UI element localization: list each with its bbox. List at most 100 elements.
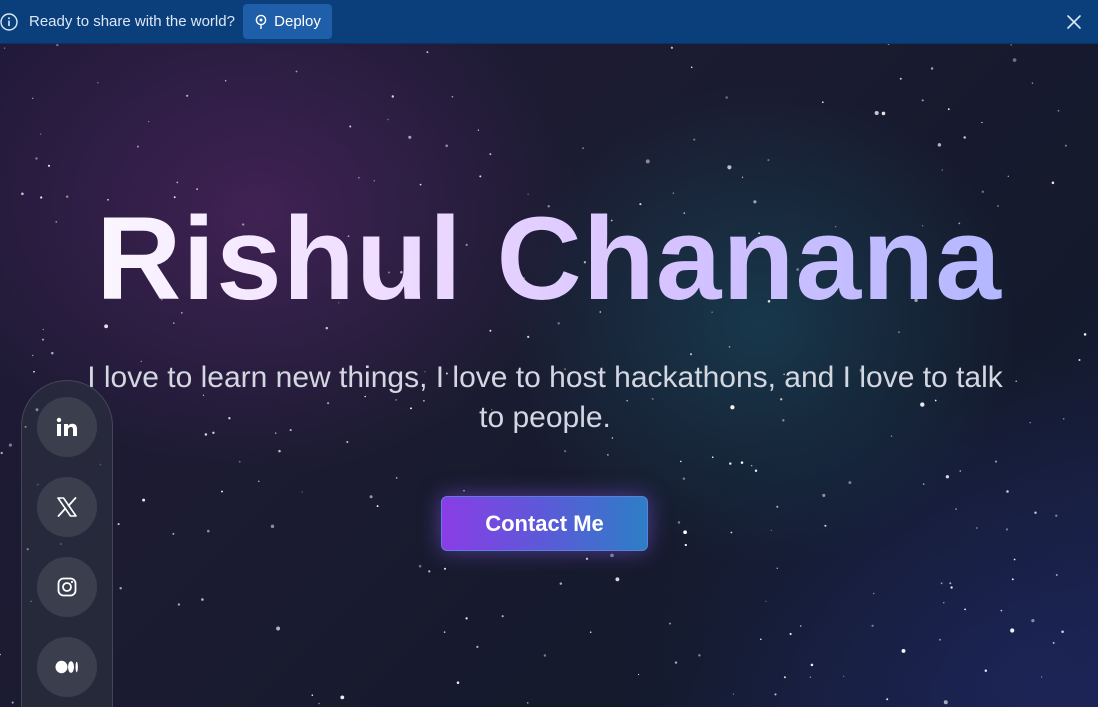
deploy-button[interactable]: Deploy xyxy=(243,4,332,39)
star xyxy=(822,493,826,497)
star xyxy=(1083,333,1087,336)
star xyxy=(1057,109,1060,112)
star xyxy=(770,529,772,532)
star xyxy=(740,461,744,464)
star xyxy=(776,567,778,569)
contact-me-button[interactable]: Contact Me xyxy=(441,496,648,551)
star xyxy=(225,80,227,82)
info-icon xyxy=(0,13,18,31)
star xyxy=(0,451,3,455)
star xyxy=(1034,511,1037,514)
medium-button[interactable] xyxy=(37,637,97,697)
star xyxy=(1015,380,1017,383)
star xyxy=(451,95,454,98)
star xyxy=(477,129,480,131)
star xyxy=(1010,44,1013,46)
star xyxy=(760,638,762,641)
close-icon[interactable] xyxy=(1064,12,1084,32)
star xyxy=(526,702,529,704)
star xyxy=(1061,630,1064,633)
star xyxy=(637,673,640,676)
star xyxy=(1029,421,1031,424)
star xyxy=(1031,82,1034,84)
star xyxy=(941,169,944,171)
star xyxy=(408,135,412,139)
star xyxy=(1055,574,1058,576)
star xyxy=(340,695,345,700)
star xyxy=(369,495,373,499)
star xyxy=(975,527,978,529)
star xyxy=(898,331,900,333)
star xyxy=(725,96,728,99)
star xyxy=(950,586,953,589)
star xyxy=(56,44,59,47)
star xyxy=(922,483,925,485)
star xyxy=(311,694,314,696)
star xyxy=(1055,514,1058,517)
star xyxy=(543,654,547,657)
star xyxy=(119,586,122,590)
star xyxy=(47,164,51,167)
star xyxy=(754,469,758,473)
star xyxy=(789,632,792,636)
banner-message: Ready to share with the world? xyxy=(29,13,235,30)
star xyxy=(65,195,69,198)
star xyxy=(799,625,802,627)
star xyxy=(1013,558,1016,561)
star xyxy=(358,177,360,179)
star xyxy=(1007,175,1009,177)
star xyxy=(463,489,465,492)
star xyxy=(729,462,732,465)
deploy-banner: Ready to share with the world? Deploy xyxy=(0,0,1098,44)
star xyxy=(964,608,966,611)
star xyxy=(1052,641,1055,644)
instagram-icon xyxy=(57,577,77,597)
star xyxy=(142,498,146,502)
star xyxy=(443,631,446,633)
star xyxy=(684,543,687,547)
star xyxy=(1005,528,1009,531)
star xyxy=(387,118,389,121)
star xyxy=(821,101,824,104)
star xyxy=(1010,628,1015,633)
star xyxy=(947,108,950,110)
star xyxy=(901,648,906,653)
deploy-button-label: Deploy xyxy=(274,13,321,30)
star xyxy=(39,133,42,135)
star xyxy=(682,477,686,480)
star xyxy=(767,159,770,162)
star xyxy=(610,553,614,558)
star xyxy=(727,165,732,170)
star xyxy=(428,570,431,573)
star xyxy=(42,328,44,331)
star xyxy=(136,145,139,148)
star xyxy=(690,66,693,68)
star xyxy=(270,524,275,529)
star xyxy=(939,638,942,641)
star xyxy=(943,602,945,604)
star xyxy=(963,136,966,139)
star xyxy=(945,475,950,479)
star xyxy=(871,624,874,627)
star xyxy=(1000,609,1003,612)
instagram-button[interactable] xyxy=(37,557,97,617)
star xyxy=(645,159,650,164)
star xyxy=(959,470,962,472)
star xyxy=(349,125,352,128)
star xyxy=(955,508,957,510)
star xyxy=(559,582,563,585)
hero-section: Rishul Chanana I love to learn new thing… xyxy=(0,44,1098,707)
star xyxy=(33,370,35,373)
star xyxy=(196,188,198,190)
star xyxy=(930,67,934,70)
star xyxy=(776,505,779,508)
star xyxy=(465,617,468,620)
star xyxy=(97,82,99,84)
linkedin-button[interactable] xyxy=(37,397,97,457)
star xyxy=(943,700,948,705)
star xyxy=(1051,181,1055,185)
linkedin-icon xyxy=(56,417,77,436)
star xyxy=(585,557,589,560)
x-button[interactable] xyxy=(37,477,97,537)
star xyxy=(887,44,890,46)
